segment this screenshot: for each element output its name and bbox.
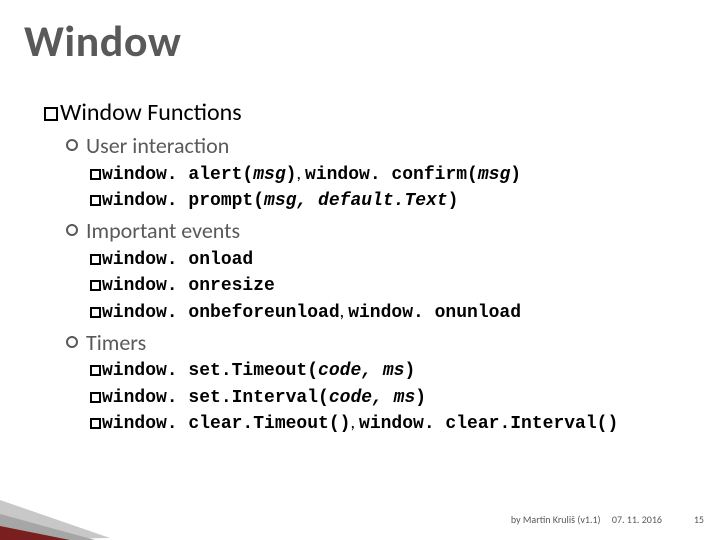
bullet-item: window. prompt(msg, default.Text) [90, 188, 690, 213]
circle-bullet-icon [66, 139, 78, 151]
bullet-item: window. clear.Timeout(), window. clear.I… [90, 411, 690, 436]
subheading-important-events: Important events [66, 217, 690, 245]
square-bullet-icon [90, 365, 101, 376]
square-bullet-icon [90, 280, 101, 291]
subheading-timers: Timers [66, 329, 690, 357]
square-bullet-icon [90, 195, 101, 206]
subheading-user-interaction: User interaction [66, 132, 690, 160]
bullet-item: window. onresize [90, 273, 690, 298]
circle-bullet-icon [66, 336, 78, 348]
section-heading-rest: Functions [142, 98, 242, 127]
bullet-item: window. set.Timeout(code, ms) [90, 358, 690, 383]
bullet-item: window. set.Interval(code, ms) [90, 385, 690, 410]
slide-title: Window [24, 14, 181, 68]
square-bullet-icon [90, 418, 101, 429]
bullet-item: window. onload [90, 247, 690, 272]
square-bullet-icon [90, 169, 101, 180]
subheading-label: User interaction [86, 132, 229, 159]
circle-bullet-icon [66, 224, 78, 236]
page-number: 15 [694, 513, 704, 526]
square-bullet-icon [44, 107, 58, 121]
bullet-item: window. onbeforeunload, window. onunload [90, 300, 690, 325]
square-bullet-icon [90, 392, 101, 403]
footer-author: by Martin Kruliš (v1.1) [511, 513, 601, 526]
section-heading-prefix: Window [60, 98, 142, 127]
section-heading: Window Functions [44, 98, 690, 128]
slide: Window Window Functions User interaction… [0, 0, 720, 540]
subheading-label: Important events [86, 217, 240, 244]
bullet-item: window. alert(msg), window. confirm(msg) [90, 162, 690, 187]
footer: by Martin Kruliš (v1.1) 07. 11. 2016 [511, 513, 662, 526]
footer-date: 07. 11. 2016 [612, 513, 662, 526]
square-bullet-icon [90, 307, 101, 318]
square-bullet-icon [90, 254, 101, 265]
slide-content: Window Functions User interaction window… [44, 98, 690, 438]
subheading-label: Timers [86, 329, 146, 356]
corner-accent [0, 460, 150, 540]
